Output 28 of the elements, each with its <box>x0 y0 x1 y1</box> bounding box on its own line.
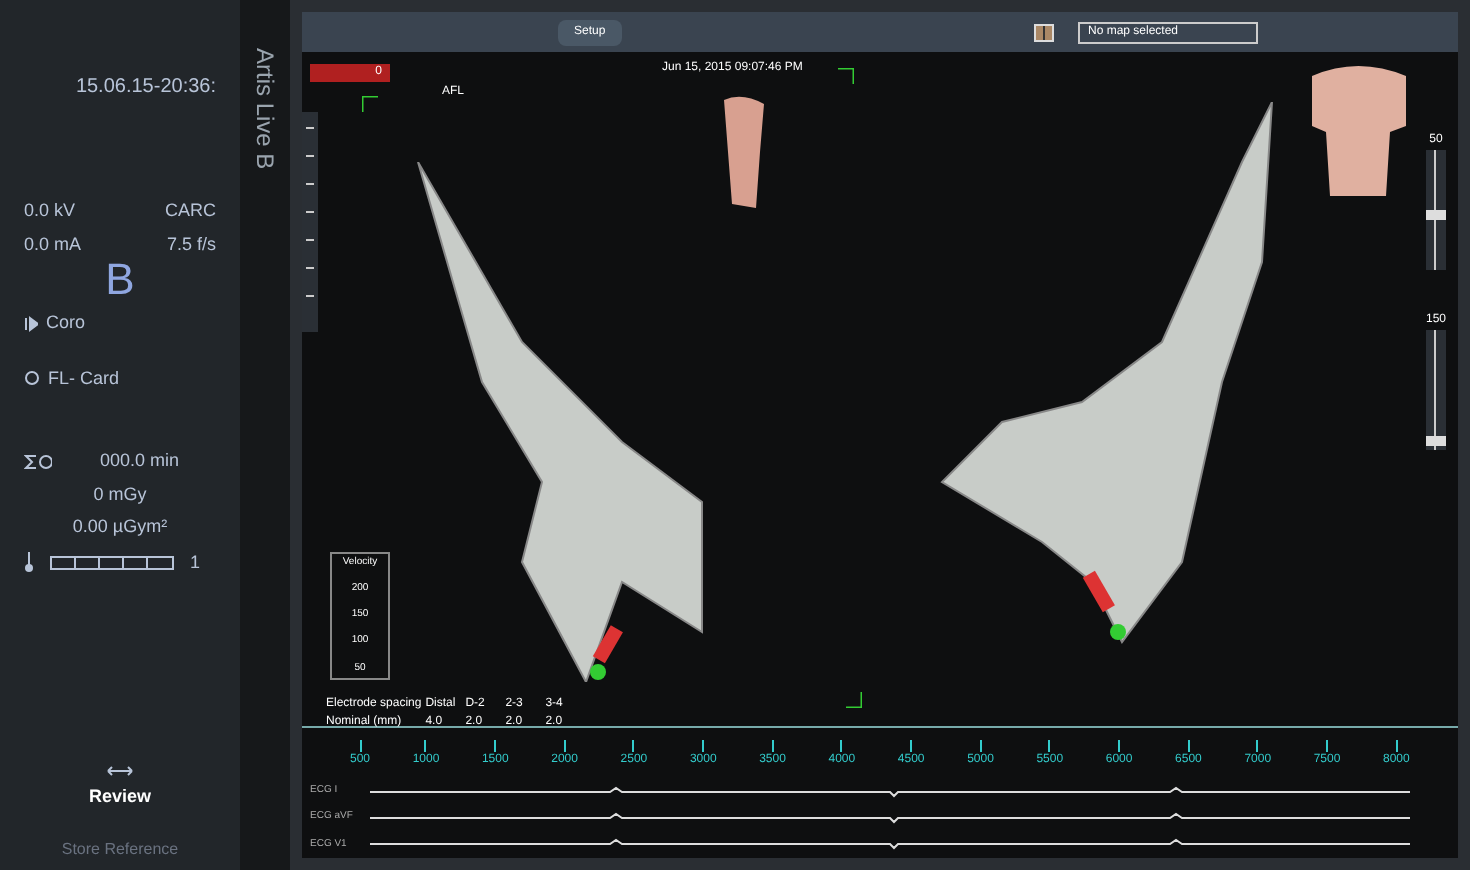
plane-letter: B <box>103 258 137 302</box>
dose-area-value: 0.00 µGym² <box>70 514 170 540</box>
slider-thumb[interactable] <box>1426 435 1446 446</box>
mode-label: Coro <box>46 310 86 336</box>
play-icon <box>24 315 38 332</box>
dose-value: 0 mGy <box>91 481 149 508</box>
thermometer-icon <box>24 552 34 573</box>
fluoro-label: FL- Card <box>48 365 120 391</box>
slider[interactable] <box>1426 150 1446 270</box>
slider-thumb[interactable] <box>1426 210 1446 221</box>
timestamp: 15.06.15-20:36: <box>73 74 216 102</box>
system-name: Artis Live B <box>249 48 281 170</box>
heat-value: 1 <box>190 549 201 575</box>
circle-icon <box>24 370 40 387</box>
frame-rate: 7.5 f/s <box>164 231 216 257</box>
program-name: CARC <box>162 198 216 224</box>
bracket-icon <box>838 68 854 84</box>
heat-gauge-drawing <box>50 555 174 570</box>
kv-value: 0.0 kV <box>24 198 78 224</box>
slider[interactable] <box>1426 330 1446 450</box>
ma-value: 0.0 mA <box>24 231 84 257</box>
double-arrow-icon <box>106 765 134 775</box>
review-button[interactable]: Review <box>88 783 152 810</box>
sum-icon <box>24 453 52 470</box>
fluoro-time: 000.0 min <box>100 448 180 474</box>
bracket-icon <box>362 96 378 112</box>
book-icon[interactable] <box>1034 23 1054 41</box>
bracket-icon <box>846 692 862 708</box>
